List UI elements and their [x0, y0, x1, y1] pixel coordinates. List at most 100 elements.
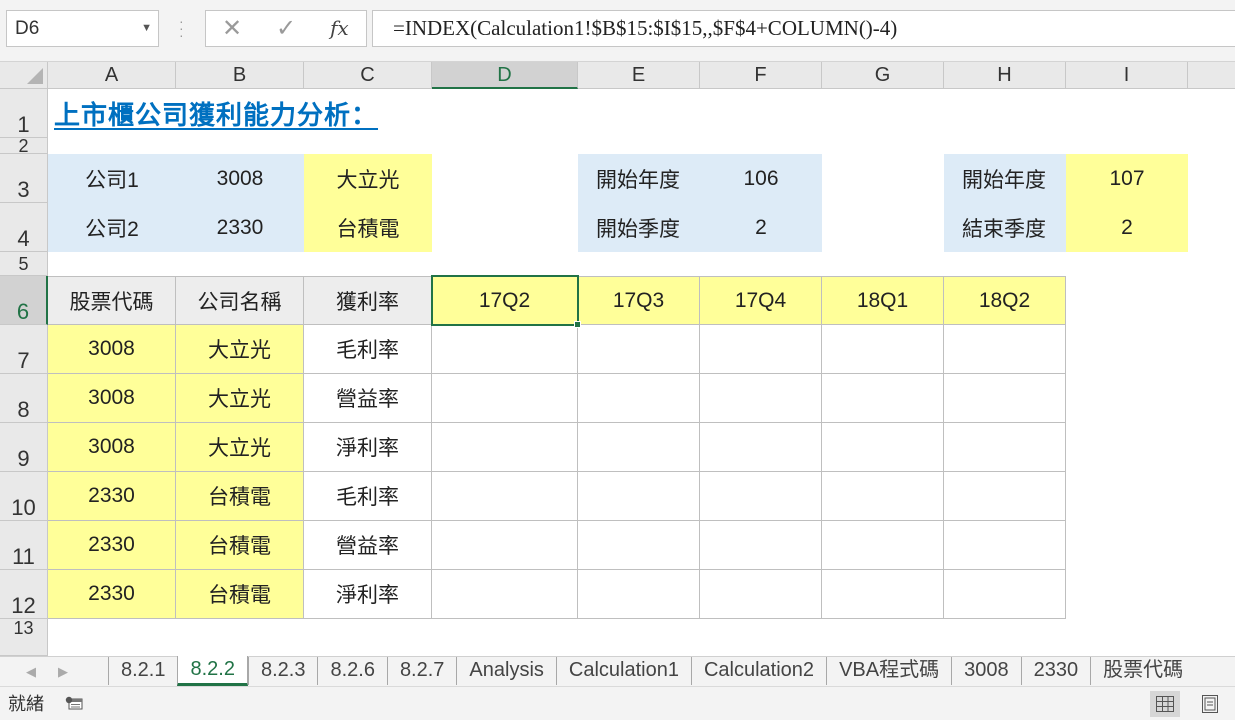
column-header-a[interactable]: A [48, 62, 176, 89]
normal-view-button[interactable] [1150, 691, 1180, 717]
table-cell-value[interactable] [700, 374, 822, 423]
table-cell-value[interactable] [432, 521, 578, 570]
insert-function-icon[interactable]: fx [330, 11, 349, 46]
sheet-tab[interactable]: 8.2.7 [386, 657, 456, 685]
table-cell-code[interactable]: 3008 [48, 423, 176, 472]
macro-recording-icon[interactable] [65, 696, 83, 710]
header-quarter-5[interactable]: 18Q2 [944, 276, 1066, 325]
table-cell-metric[interactable]: 營益率 [304, 374, 432, 423]
row-header-7[interactable]: 7 [0, 325, 48, 374]
formula-input[interactable]: =INDEX(Calculation1!$B$15:$I$15,,$F$4+CO… [372, 10, 1235, 47]
table-cell-code[interactable]: 2330 [48, 570, 176, 619]
sheet-tab[interactable]: 8.2.3 [247, 657, 317, 685]
table-cell-value[interactable] [578, 423, 700, 472]
table-cell-metric[interactable]: 毛利率 [304, 472, 432, 521]
sheet-tab[interactable]: Analysis [456, 657, 555, 685]
row-header-13[interactable]: 13 [0, 619, 48, 656]
drag-handle-icon[interactable]: · · · [179, 14, 184, 42]
table-cell-name[interactable]: 大立光 [176, 325, 304, 374]
table-cell-value[interactable] [944, 472, 1066, 521]
table-cell-value[interactable] [822, 423, 944, 472]
table-cell-name[interactable]: 台積電 [176, 521, 304, 570]
tab-scroll-left-icon[interactable]: ◀ [26, 657, 36, 687]
tab-scroll-right-icon[interactable]: ▶ [58, 657, 68, 687]
row-header-3[interactable]: 3 [0, 154, 48, 203]
table-cell-name[interactable]: 台積電 [176, 570, 304, 619]
sheet-tab[interactable]: 8.2.1 [108, 657, 177, 685]
fill-handle[interactable] [574, 321, 581, 328]
start-quarter-label[interactable]: 開始季度 [578, 203, 700, 252]
start-quarter-value[interactable]: 2 [700, 203, 822, 252]
header-profit-rate[interactable]: 獲利率 [304, 276, 432, 325]
name-box[interactable]: D6 ▼ [6, 10, 159, 47]
table-cell-code[interactable]: 2330 [48, 521, 176, 570]
end-year-value[interactable]: 107 [1066, 154, 1188, 203]
row-header-2[interactable]: 2 [0, 138, 48, 154]
table-cell-value[interactable] [700, 521, 822, 570]
row-header-4[interactable]: 4 [0, 203, 48, 252]
table-cell-value[interactable] [944, 423, 1066, 472]
column-header-d[interactable]: D [432, 62, 578, 89]
table-cell-code[interactable]: 3008 [48, 374, 176, 423]
column-header-e[interactable]: E [578, 62, 700, 89]
company2-label[interactable]: 公司2 [48, 203, 176, 252]
row-header-6[interactable]: 6 [0, 276, 48, 325]
header-company-name[interactable]: 公司名稱 [176, 276, 304, 325]
table-cell-value[interactable] [432, 570, 578, 619]
table-cell-value[interactable] [578, 374, 700, 423]
table-cell-value[interactable] [578, 325, 700, 374]
table-cell-value[interactable] [944, 570, 1066, 619]
sheet-tab[interactable]: Calculation1 [555, 657, 691, 685]
table-cell-name[interactable]: 大立光 [176, 423, 304, 472]
row-header-8[interactable]: 8 [0, 374, 48, 423]
sheet-tab[interactable]: 2330 [1020, 657, 1091, 685]
table-cell-code[interactable]: 3008 [48, 325, 176, 374]
sheet-title[interactable]: 上市櫃公司獲利能力分析： [54, 95, 378, 132]
table-cell-value[interactable] [432, 374, 578, 423]
header-quarter-2[interactable]: 17Q3 [578, 276, 700, 325]
row-header-5[interactable]: 5 [0, 252, 48, 276]
select-all-button[interactable] [0, 62, 48, 89]
sheet-tab[interactable]: 股票代碼 [1090, 657, 1195, 685]
sheet-tab-active[interactable]: 8.2.2 [177, 656, 248, 686]
company1-code[interactable]: 3008 [176, 154, 304, 203]
start-year-label[interactable]: 開始年度 [578, 154, 700, 203]
table-cell-value[interactable] [944, 325, 1066, 374]
table-cell-value[interactable] [700, 325, 822, 374]
chevron-down-icon[interactable]: ▼ [141, 11, 152, 46]
header-quarter-3[interactable]: 17Q4 [700, 276, 822, 325]
sheet-tab[interactable]: 3008 [951, 657, 1021, 685]
column-header-h[interactable]: H [944, 62, 1066, 89]
header-quarter-1[interactable]: 17Q2 [432, 276, 578, 325]
table-cell-value[interactable] [700, 423, 822, 472]
end-year-label[interactable]: 開始年度 [944, 154, 1066, 203]
row-header-12[interactable]: 12 [0, 570, 48, 619]
sheet-tab[interactable]: VBA程式碼 [826, 657, 951, 685]
table-cell-metric[interactable]: 營益率 [304, 521, 432, 570]
table-cell-value[interactable] [822, 472, 944, 521]
row-header-11[interactable]: 11 [0, 521, 48, 570]
column-header-g[interactable]: G [822, 62, 944, 89]
table-cell-code[interactable]: 2330 [48, 472, 176, 521]
row-header-10[interactable]: 10 [0, 472, 48, 521]
table-cell-metric[interactable]: 淨利率 [304, 423, 432, 472]
page-layout-view-button[interactable] [1195, 691, 1225, 717]
end-quarter-value[interactable]: 2 [1066, 203, 1188, 252]
start-year-value[interactable]: 106 [700, 154, 822, 203]
table-cell-value[interactable] [578, 521, 700, 570]
column-header-i[interactable]: I [1066, 62, 1188, 89]
company1-label[interactable]: 公司1 [48, 154, 176, 203]
header-quarter-4[interactable]: 18Q1 [822, 276, 944, 325]
company2-name[interactable]: 台積電 [304, 203, 432, 252]
header-stock-code[interactable]: 股票代碼 [48, 276, 176, 325]
table-cell-value[interactable] [432, 472, 578, 521]
table-cell-metric[interactable]: 淨利率 [304, 570, 432, 619]
table-cell-value[interactable] [944, 374, 1066, 423]
row-header-9[interactable]: 9 [0, 423, 48, 472]
column-header-f[interactable]: F [700, 62, 822, 89]
table-cell-value[interactable] [944, 521, 1066, 570]
table-cell-value[interactable] [432, 325, 578, 374]
company1-name[interactable]: 大立光 [304, 154, 432, 203]
table-cell-value[interactable] [822, 521, 944, 570]
table-cell-value[interactable] [700, 570, 822, 619]
